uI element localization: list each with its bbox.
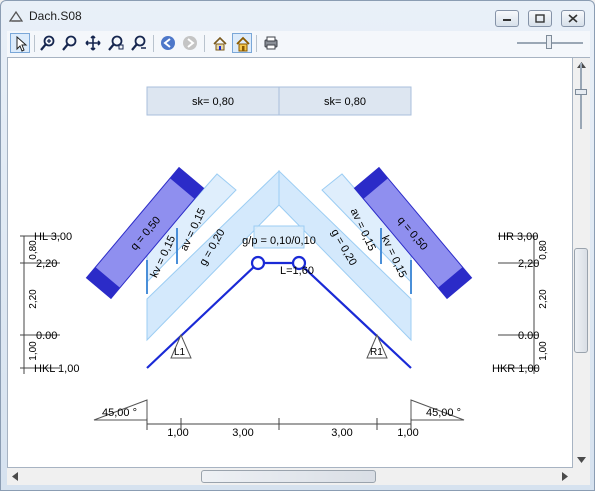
cursor-arrow-icon <box>16 36 28 52</box>
level-top-left: 2,20 <box>36 258 57 270</box>
zoom-in-button[interactable] <box>38 33 58 53</box>
dim-h-3: 3,00 <box>331 427 352 439</box>
zoom-out-icon <box>62 35 77 51</box>
roof-home-button[interactable] <box>232 33 252 53</box>
window-title: Dach.S08 <box>29 9 82 23</box>
minimize-button[interactable] <box>495 10 519 27</box>
dim-v-220-right: 2,20 <box>538 289 549 309</box>
toolbar-separator <box>204 35 205 52</box>
maximize-icon <box>535 14 545 23</box>
toolbar-separator <box>153 35 154 52</box>
angle-right-label: 45,00 ° <box>426 407 461 419</box>
dim-v-080-right: 0,80 <box>538 240 549 260</box>
toolbar <box>7 31 590 57</box>
dim-v-220-left: 2,20 <box>28 289 39 309</box>
length-label: L=1,60 <box>280 265 314 277</box>
level-top-right: 2,20 <box>518 258 539 270</box>
zoom-previous-button[interactable] <box>129 33 149 53</box>
horizontal-scroll-thumb[interactable] <box>201 470 376 483</box>
zoom-slider-thumb[interactable] <box>546 35 552 49</box>
select-tool-button[interactable] <box>10 33 30 53</box>
print-button[interactable] <box>261 33 281 53</box>
title-bar: Dach.S08 <box>1 1 594 31</box>
hkr-label: HKR 1,00 <box>492 363 540 375</box>
toolbar-separator <box>34 35 35 52</box>
drawing-canvas[interactable]: sk= 0,80 sk= 0,80 q = 0,50 q = 0,50 kv =… <box>7 57 573 468</box>
dim-h-4: 1,00 <box>397 427 418 439</box>
hinge-left <box>250 255 266 271</box>
angle-left-label: 45,00 ° <box>102 407 137 419</box>
scrollbar-corner <box>573 468 590 485</box>
print-icon <box>264 36 278 50</box>
pan-button[interactable] <box>83 33 103 53</box>
vertical-zoom-track[interactable] <box>580 63 582 129</box>
toolbar-separator <box>256 35 257 52</box>
close-button[interactable] <box>561 10 585 27</box>
pan-arrows-icon <box>85 35 101 51</box>
back-arrow-icon <box>161 36 175 50</box>
zoom-out-button[interactable] <box>60 33 80 53</box>
hl-label: HL 3,00 <box>34 231 72 243</box>
dim-v-100-right: 1,00 <box>538 341 549 361</box>
zoom-window-icon <box>108 35 124 51</box>
back-button[interactable] <box>158 33 178 53</box>
app-window: Dach.S08 sk= 0,80 sk= 0,80 q = 0,50 q = … <box>0 0 595 491</box>
app-icon <box>9 10 23 22</box>
snow-label-left: sk= 0,80 <box>192 96 234 108</box>
forward-arrow-icon <box>183 36 197 50</box>
roof-edit-button[interactable] <box>210 33 230 53</box>
minimize-icon <box>503 19 511 21</box>
dim-v-100-left: 1,00 <box>28 341 39 361</box>
support-right-label: R1 <box>370 347 383 358</box>
maximize-button[interactable] <box>528 10 552 27</box>
hkl-label: HKL 1,00 <box>34 363 79 375</box>
forward-button[interactable] <box>180 33 200 53</box>
vertical-scroll-thumb[interactable] <box>574 248 588 353</box>
dim-h-1: 1,00 <box>167 427 188 439</box>
level-zero-left: 0.00 <box>36 330 57 342</box>
level-zero-right: 0.00 <box>518 330 539 342</box>
hr-label: HR 3,00 <box>498 231 538 243</box>
gp-label: g/p = 0,10/0,10 <box>242 235 316 247</box>
dim-v-080-left: 0,80 <box>28 240 39 260</box>
zoom-in-icon <box>40 35 55 51</box>
support-left-label: L1 <box>174 347 186 358</box>
house-icon <box>236 36 250 52</box>
snow-label-right: sk= 0,80 <box>324 96 366 108</box>
zoom-window-button[interactable] <box>106 33 126 53</box>
vertical-zoom-thumb[interactable] <box>575 89 587 95</box>
scroll-right-icon[interactable] <box>562 472 568 481</box>
close-icon <box>568 14 578 23</box>
roof-edit-icon <box>213 36 227 51</box>
scroll-left-icon[interactable] <box>12 472 18 481</box>
dim-h-2: 3,00 <box>232 427 253 439</box>
roof-drawing: sk= 0,80 sk= 0,80 q = 0,50 q = 0,50 kv =… <box>20 86 549 439</box>
scroll-down-icon[interactable] <box>577 457 586 463</box>
zoom-previous-icon <box>131 35 146 51</box>
horizontal-scrollbar[interactable] <box>7 468 573 485</box>
